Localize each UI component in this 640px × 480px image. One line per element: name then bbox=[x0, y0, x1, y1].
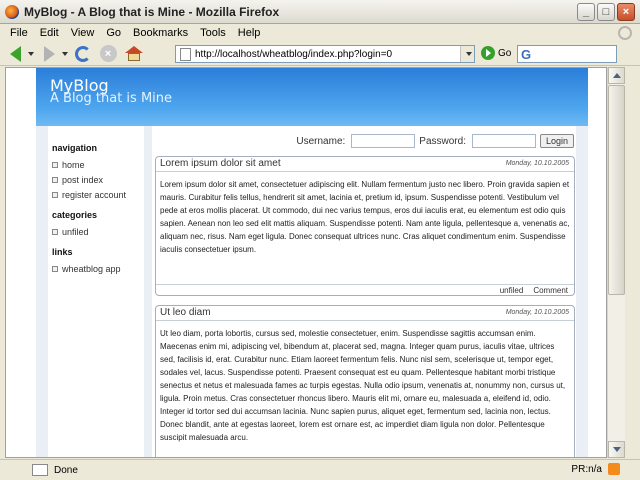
back-button[interactable] bbox=[5, 44, 25, 64]
connection-icon bbox=[32, 464, 48, 476]
throbber-icon bbox=[618, 26, 632, 40]
vertical-scrollbar[interactable] bbox=[607, 67, 625, 458]
sidebar-link-label[interactable]: register account bbox=[62, 190, 126, 200]
bullet-icon bbox=[52, 191, 58, 198]
sidebar-link-label[interactable]: post index bbox=[62, 175, 103, 185]
stop-button[interactable]: × bbox=[98, 44, 118, 64]
back-history-dropdown[interactable] bbox=[28, 51, 34, 56]
maximize-button[interactable]: □ bbox=[597, 3, 615, 21]
navigation-heading: navigation bbox=[52, 143, 98, 153]
post-title[interactable]: Lorem ipsum dolor sit amet bbox=[160, 158, 281, 169]
menu-view[interactable]: View bbox=[65, 27, 101, 39]
password-input[interactable] bbox=[471, 134, 536, 148]
password-label: Password: bbox=[419, 135, 466, 147]
scroll-down-button[interactable] bbox=[608, 441, 625, 458]
go-label: Go bbox=[498, 47, 512, 59]
login-button[interactable]: Login bbox=[539, 134, 574, 148]
post-category-link[interactable]: unfiled bbox=[500, 286, 524, 295]
home-button[interactable] bbox=[123, 44, 143, 64]
username-input[interactable] bbox=[351, 134, 416, 148]
menu-file[interactable]: File bbox=[4, 27, 34, 39]
reload-icon bbox=[75, 45, 91, 62]
url-dropdown-button[interactable] bbox=[460, 46, 474, 62]
scroll-up-button[interactable] bbox=[608, 67, 625, 84]
site-tagline: A Blog that is Mine bbox=[50, 91, 173, 106]
post-date: Monday, 10.10.2005 bbox=[505, 160, 569, 167]
menu-go[interactable]: Go bbox=[100, 27, 127, 39]
scroll-thumb[interactable] bbox=[608, 85, 625, 295]
chevron-down-icon bbox=[466, 52, 472, 56]
back-arrow-icon bbox=[9, 45, 21, 62]
address-bar[interactable]: http://localhost/wheatblog/index.php?log… bbox=[175, 45, 475, 63]
sidebar-link-home[interactable]: home bbox=[52, 157, 144, 172]
page-icon bbox=[180, 47, 191, 61]
links-heading: links bbox=[52, 247, 73, 257]
forward-history-dropdown[interactable] bbox=[62, 51, 68, 56]
blog-post: Lorem ipsum dolor sit amet Monday, 10.10… bbox=[155, 156, 575, 296]
go-arrow-icon bbox=[481, 46, 495, 60]
bullet-icon bbox=[52, 228, 58, 235]
home-icon bbox=[124, 46, 143, 61]
post-title[interactable]: Ut leo diam bbox=[160, 307, 211, 318]
navigation-toolbar: × http://localhost/wheatblog/index.php?l… bbox=[0, 42, 640, 66]
minimize-button[interactable]: _ bbox=[577, 3, 595, 21]
close-button[interactable]: × bbox=[617, 3, 635, 21]
sidebar: navigation home post index register acco… bbox=[48, 126, 144, 457]
sidebar-link-wheatblog-app[interactable]: wheatblog app bbox=[52, 261, 144, 276]
title-bar: MyBlog - A Blog that is Mine - Mozilla F… bbox=[0, 0, 640, 24]
menu-bar: File Edit View Go Bookmarks Tools Help bbox=[0, 24, 640, 42]
stop-icon: × bbox=[99, 45, 117, 62]
status-text: Done bbox=[54, 464, 78, 476]
sidebar-link-post-index[interactable]: post index bbox=[52, 172, 144, 187]
status-right: PR:n/a bbox=[571, 463, 620, 475]
bullet-icon bbox=[52, 265, 58, 272]
post-body: Lorem ipsum dolor sit amet, consectetuer… bbox=[160, 180, 570, 254]
blog-post: Ut leo diam Monday, 10.10.2005 Ut leo di… bbox=[155, 305, 575, 457]
go-button[interactable]: Go bbox=[481, 46, 511, 60]
url-text[interactable]: http://localhost/wheatblog/index.php?log… bbox=[195, 49, 460, 60]
page-body: navigation home post index register acco… bbox=[36, 126, 588, 457]
sidebar-link-label[interactable]: wheatblog app bbox=[62, 264, 121, 274]
reload-button[interactable] bbox=[73, 44, 93, 64]
window-title: MyBlog - A Blog that is Mine - Mozilla F… bbox=[24, 4, 280, 19]
menu-help[interactable]: Help bbox=[232, 27, 267, 39]
post-date: Monday, 10.10.2005 bbox=[505, 309, 569, 316]
search-box[interactable]: G bbox=[517, 45, 617, 63]
menu-edit[interactable]: Edit bbox=[34, 27, 65, 39]
sidebar-link-unfiled[interactable]: unfiled bbox=[52, 224, 144, 239]
username-label: Username: bbox=[296, 135, 346, 147]
main-content: Username: Password: Login Lorem ipsum do… bbox=[152, 126, 576, 457]
pagerank-label: PR:n/a bbox=[571, 463, 602, 475]
forward-button[interactable] bbox=[39, 44, 59, 64]
bullet-icon bbox=[52, 176, 58, 183]
menu-tools[interactable]: Tools bbox=[194, 27, 232, 39]
post-footer: unfiled Comment bbox=[156, 284, 574, 296]
login-form: Username: Password: Login bbox=[296, 134, 576, 148]
window-controls: _ □ × bbox=[577, 3, 635, 21]
menu-bookmarks[interactable]: Bookmarks bbox=[127, 27, 194, 39]
post-body: Ut leo diam, porta lobortis, cursus sed,… bbox=[160, 329, 566, 442]
firefox-icon bbox=[5, 4, 19, 19]
bullet-icon bbox=[52, 161, 58, 168]
sidebar-link-label[interactable]: unfiled bbox=[62, 227, 89, 237]
categories-heading: categories bbox=[52, 210, 98, 220]
status-bar: Done PR:n/a bbox=[0, 459, 640, 480]
post-header: Ut leo diam Monday, 10.10.2005 bbox=[156, 306, 574, 321]
forward-arrow-icon bbox=[43, 45, 55, 62]
site-header: MyBlog A Blog that is Mine bbox=[36, 68, 588, 126]
sidebar-link-label[interactable]: home bbox=[62, 160, 85, 170]
post-header: Lorem ipsum dolor sit amet Monday, 10.10… bbox=[156, 157, 574, 172]
rss-icon[interactable] bbox=[608, 463, 620, 475]
sidebar-link-register[interactable]: register account bbox=[52, 187, 144, 202]
page-viewport: MyBlog A Blog that is Mine navigation ho… bbox=[5, 67, 607, 458]
google-icon: G bbox=[521, 46, 532, 62]
post-comment-link[interactable]: Comment bbox=[533, 286, 568, 295]
